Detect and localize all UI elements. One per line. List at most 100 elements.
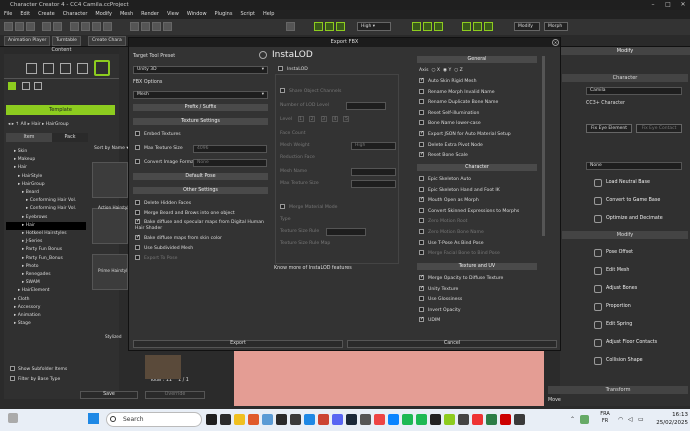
dialog-scrollbar[interactable]	[542, 56, 545, 236]
use-subdivided-mesh-checkbox[interactable]: Use Subdivided Mesh	[135, 244, 193, 253]
scene-icon[interactable]	[26, 63, 37, 74]
bake-hair-shader-checkbox[interactable]: Bake diffuse and specular maps from Digi…	[135, 219, 265, 231]
wifi-icon[interactable]: ◠	[618, 416, 623, 423]
modify-action-button[interactable]: Edit Spring	[568, 317, 683, 333]
export-option-checkbox[interactable]: Delete Extra Pivot Node	[419, 141, 483, 150]
undo-icon[interactable]	[42, 22, 51, 31]
app-icon[interactable]	[360, 414, 371, 425]
tree-item[interactable]: ▸ J-Series	[6, 238, 86, 246]
taskview-icon[interactable]	[206, 414, 217, 425]
menu-item[interactable]: Window	[187, 11, 207, 17]
texture-uv-section[interactable]: Texture and UV	[417, 263, 537, 270]
skingen-icon[interactable]	[473, 22, 482, 31]
modify-action-button[interactable]: Collision Shape	[568, 353, 683, 369]
fbx-options-select[interactable]: Mesh ▾	[133, 91, 268, 99]
minimize-icon[interactable]: –	[646, 0, 660, 10]
export-option-checkbox[interactable]: Zero Motion Bone Name	[419, 228, 484, 237]
breadcrumb-all[interactable]: All	[21, 122, 27, 127]
export-option-checkbox[interactable]: Use T-Pose As Bind Pose	[419, 239, 484, 248]
character-creator-icon[interactable]	[290, 414, 301, 425]
modify-action-button[interactable]: Optimize and Decimate	[568, 211, 683, 227]
menu-item[interactable]: Mesh	[120, 11, 133, 17]
mesh-weight-select[interactable]: High	[351, 142, 396, 150]
texture-settings-section[interactable]: Texture Settings	[133, 118, 268, 125]
app-icon[interactable]	[472, 414, 483, 425]
breadcrumb-hair[interactable]: Hair	[31, 122, 40, 127]
app-icon[interactable]	[430, 414, 441, 425]
mesh-name-select[interactable]	[351, 168, 396, 176]
turntable-button[interactable]: Turntable	[52, 36, 81, 46]
sort-dropdown[interactable]: Sort by Name ▾	[94, 146, 129, 151]
breadcrumb-hairgroup[interactable]: HairGroup	[46, 122, 69, 127]
steam-icon[interactable]	[346, 414, 357, 425]
convert-format-checkbox[interactable]: Convert Image Format to	[135, 158, 202, 167]
template-tab[interactable]: Template	[6, 105, 115, 115]
max-texture-size-select[interactable]: 4096	[193, 145, 267, 153]
wireframe-icon[interactable]	[325, 22, 334, 31]
instalod-checkbox[interactable]: InstaLOD	[278, 65, 308, 74]
menu-item[interactable]: Edit	[20, 11, 30, 17]
merge-beard-checkbox[interactable]: Merge Beard and Brows into one object	[135, 209, 235, 218]
tree-item[interactable]: ▸ Makeup	[6, 156, 86, 164]
green-tab-icon[interactable]	[8, 82, 16, 90]
tree-item[interactable]: ▸ Conforming Hair Vol.	[6, 205, 86, 213]
tree-item[interactable]: ▸ Beard	[6, 189, 86, 197]
default-pose-section[interactable]: Default Pose	[133, 173, 268, 180]
app-icon[interactable]	[486, 414, 497, 425]
general-section[interactable]: General	[417, 56, 537, 63]
tree-item[interactable]: ▸ Party Fun_Bonus	[6, 255, 86, 263]
tree-item[interactable]: ▸ Conforming Hair Vol.	[6, 197, 86, 205]
texture-size-rule-select[interactable]	[326, 228, 366, 236]
export-option-checkbox[interactable]: Reset Bone Scale	[419, 151, 468, 160]
tray-app-icon[interactable]	[580, 415, 589, 424]
export-option-checkbox[interactable]: Zero Motion Root	[419, 217, 467, 226]
move-icon[interactable]	[81, 22, 90, 31]
tree-item[interactable]: ▸ Animation	[6, 312, 86, 320]
export-option-checkbox[interactable]: Rename Morph Invalid Name	[419, 88, 495, 97]
tree-item[interactable]: ▸ Photo	[6, 263, 86, 271]
modify-action-button[interactable]: Adjust Bones	[568, 281, 683, 297]
app-icon[interactable]	[388, 414, 399, 425]
tree-item[interactable]: ▸ Hair	[6, 221, 86, 231]
character-section[interactable]: Character	[417, 164, 537, 171]
tree-item[interactable]: ▸ Hotkeel Hairstyles	[6, 230, 86, 238]
export-option-checkbox[interactable]: Bone Name lower-case	[419, 119, 481, 128]
export-option-checkbox[interactable]: Merge Facial Bone to Bind Pose	[419, 249, 500, 258]
language-indicator[interactable]: FRA FR	[598, 411, 612, 425]
filter-base-type-checkbox[interactable]: Filter by Base Type	[10, 376, 60, 382]
spotify-icon[interactable]	[402, 414, 413, 425]
cancel-button[interactable]: Cancel	[347, 340, 557, 348]
tree-item[interactable]: ▸ HairStyle	[6, 173, 86, 181]
app-icon[interactable]	[304, 414, 315, 425]
rotate-icon[interactable]	[92, 22, 101, 31]
export-option-checkbox[interactable]: Use Glossiness	[419, 295, 462, 304]
menu-item[interactable]: File	[4, 11, 12, 17]
motion-icon[interactable]	[77, 63, 88, 74]
animation-player-button[interactable]: Animation Player	[4, 36, 51, 46]
home-icon[interactable]	[286, 22, 295, 31]
taskbar-search[interactable]: Search	[106, 412, 202, 427]
camera-icon[interactable]	[130, 22, 139, 31]
tree-item[interactable]: ▸ Cloth	[6, 296, 86, 304]
export-option-checkbox[interactable]: Epic Skeleton Hand and Foot IK	[419, 186, 500, 195]
clock[interactable]: 16:13 25/02/2025	[654, 411, 688, 427]
smart-gallery-icon[interactable]	[434, 22, 443, 31]
tree-item[interactable]: ▸ Party Fun Bonus	[6, 246, 86, 254]
menu-item[interactable]: Help	[263, 11, 274, 17]
actor-icon[interactable]	[43, 63, 54, 74]
modify-button[interactable]: Modify	[514, 22, 540, 31]
scale-icon[interactable]	[103, 22, 112, 31]
custom-tab-icon[interactable]	[22, 82, 30, 90]
windows-start-icon[interactable]	[88, 413, 99, 424]
convert-format-select[interactable]: None	[193, 159, 267, 167]
menu-item[interactable]: Modify	[95, 11, 112, 17]
back-icon[interactable]: ◂ ▸ ↑	[8, 122, 21, 127]
target-preset-select[interactable]: Unity 3D ▾	[133, 66, 268, 74]
other-settings-section[interactable]: Other Settings	[133, 187, 268, 194]
instalod-info-icon[interactable]	[259, 51, 267, 59]
lod-texture-size-select[interactable]	[351, 180, 396, 188]
tree-item[interactable]: ▸ Renegades	[6, 271, 86, 279]
export-option-checkbox[interactable]: Merge Opacity to Diffuse Texture	[419, 274, 503, 283]
export-option-checkbox[interactable]: Mouth Open as Morph	[419, 196, 479, 205]
create-character-button[interactable]: Create Chara	[88, 36, 126, 46]
